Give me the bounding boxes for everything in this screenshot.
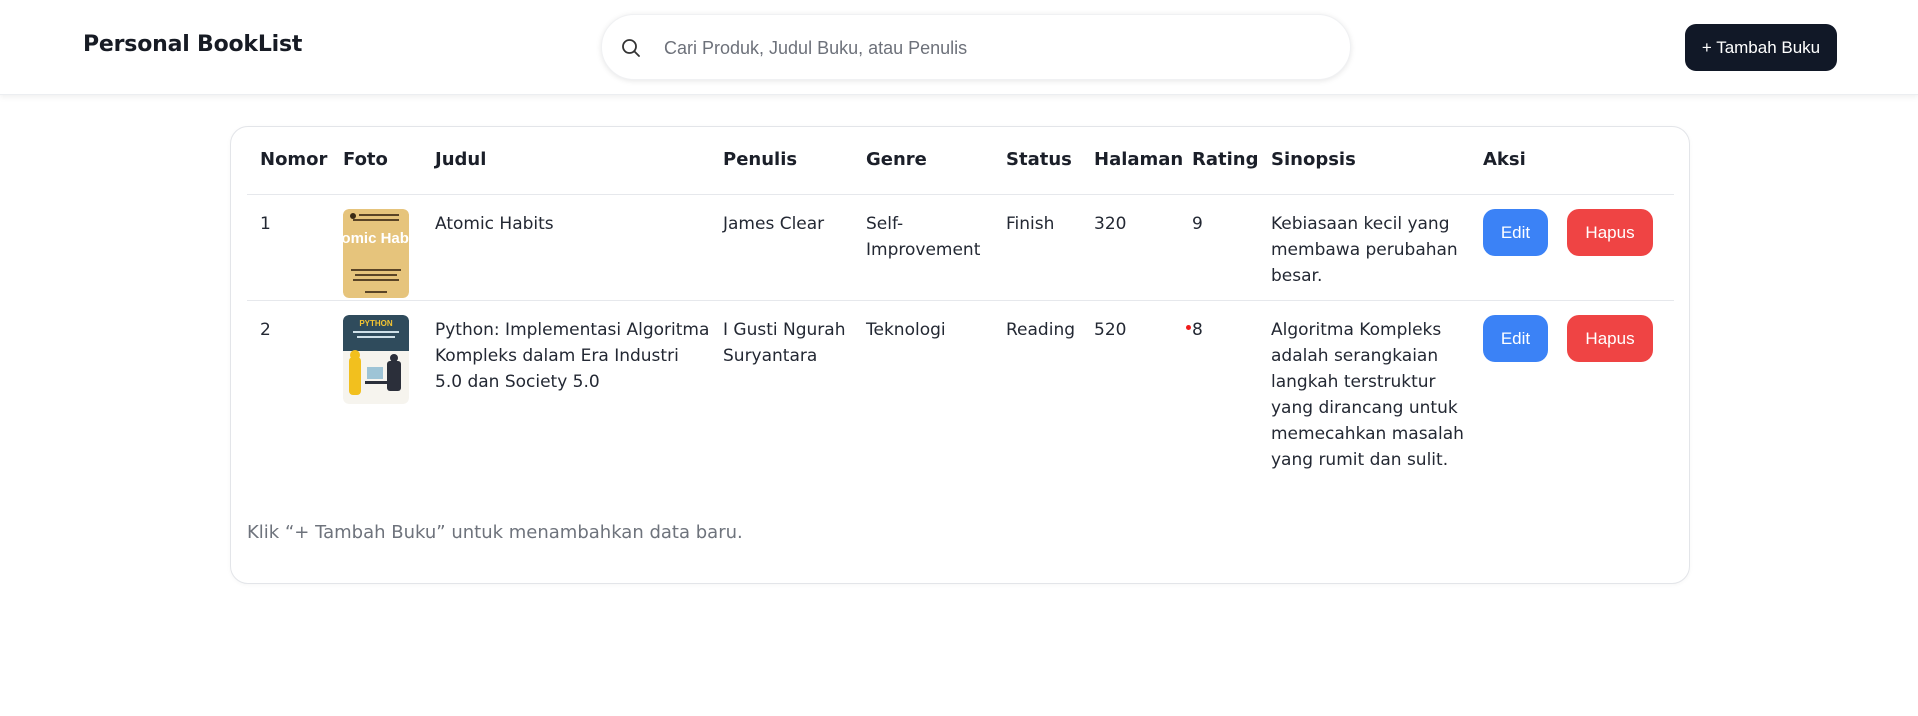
book-table: Nomor Foto Judul Penulis Genre Status Ha…	[247, 149, 1674, 475]
booklist-card: Nomor Foto Judul Penulis Genre Status Ha…	[230, 126, 1690, 584]
brand-title: Personal BookList	[83, 32, 303, 57]
cell-aksi: Edit Hapus	[1470, 301, 1674, 475]
cell-sinopsis: Kebiasaan kecil yang membawa perubahan b…	[1258, 194, 1470, 301]
cell-penulis: I Gusti Ngurah Suryantara	[723, 320, 846, 366]
column-header-status: Status	[993, 149, 1081, 195]
cell-judul: Python: Implementasi Algoritma Kompleks …	[435, 320, 710, 392]
cover-title-text: PYTHON	[359, 319, 393, 328]
column-header-genre: Genre	[853, 149, 993, 195]
cell-rating: 9	[1179, 194, 1258, 301]
table-row: 1 Atomic Habits Atomic Habits	[247, 194, 1674, 301]
column-header-nomor: Nomor	[247, 149, 330, 195]
cell-foto: Atomic Habits	[330, 194, 422, 301]
cell-genre: Self-Improvement	[853, 194, 993, 301]
delete-button[interactable]: Hapus	[1567, 315, 1653, 362]
cell-sinopsis: Algoritma Kompleks adalah serangkaian la…	[1271, 320, 1464, 470]
add-book-button[interactable]: + Tambah Buku	[1685, 24, 1837, 71]
search-icon	[622, 39, 640, 57]
cell-status: Reading	[1006, 320, 1076, 340]
column-header-rating: Rating	[1179, 149, 1258, 195]
column-header-foto: Foto	[330, 149, 422, 195]
column-header-judul: Judul	[422, 149, 710, 195]
cell-status: Finish	[993, 194, 1081, 301]
helper-text: Klik “+ Tambah Buku” untuk menambahkan d…	[247, 522, 743, 543]
cell-nomor: 2	[260, 320, 271, 340]
column-header-halaman: Halaman	[1081, 149, 1183, 195]
cell-penulis: James Clear	[710, 194, 853, 301]
cell-aksi: Edit Hapus	[1470, 194, 1674, 301]
edit-button[interactable]: Edit	[1483, 209, 1548, 256]
cell-halaman: 320	[1081, 194, 1179, 301]
cursor-dot	[1186, 325, 1191, 330]
search-input[interactable]	[662, 29, 1326, 67]
cell-foto: PYTHON	[330, 301, 422, 475]
book-cover-atomic-habits: Atomic Habits	[343, 209, 409, 298]
search-bar[interactable]	[601, 14, 1351, 80]
cell-nomor: 1	[247, 194, 330, 301]
cell-halaman: 520	[1094, 320, 1127, 340]
edit-button[interactable]: Edit	[1483, 315, 1548, 362]
table-header-row: Nomor Foto Judul Penulis Genre Status Ha…	[247, 149, 1674, 195]
column-header-aksi: Aksi	[1470, 149, 1674, 195]
delete-button[interactable]: Hapus	[1567, 209, 1653, 256]
book-cover-python: PYTHON	[343, 315, 409, 404]
top-navbar: Personal BookList + Tambah Buku	[0, 0, 1918, 95]
table-row: 2 PYTHON Python: Implementasi Algoritma …	[247, 301, 1674, 475]
cell-genre: Teknologi	[866, 320, 946, 340]
column-header-penulis: Penulis	[710, 149, 853, 195]
cover-title-text: Atomic Habits	[343, 230, 409, 247]
column-header-sinopsis: Sinopsis	[1258, 149, 1470, 195]
cell-judul: Atomic Habits	[422, 194, 710, 301]
